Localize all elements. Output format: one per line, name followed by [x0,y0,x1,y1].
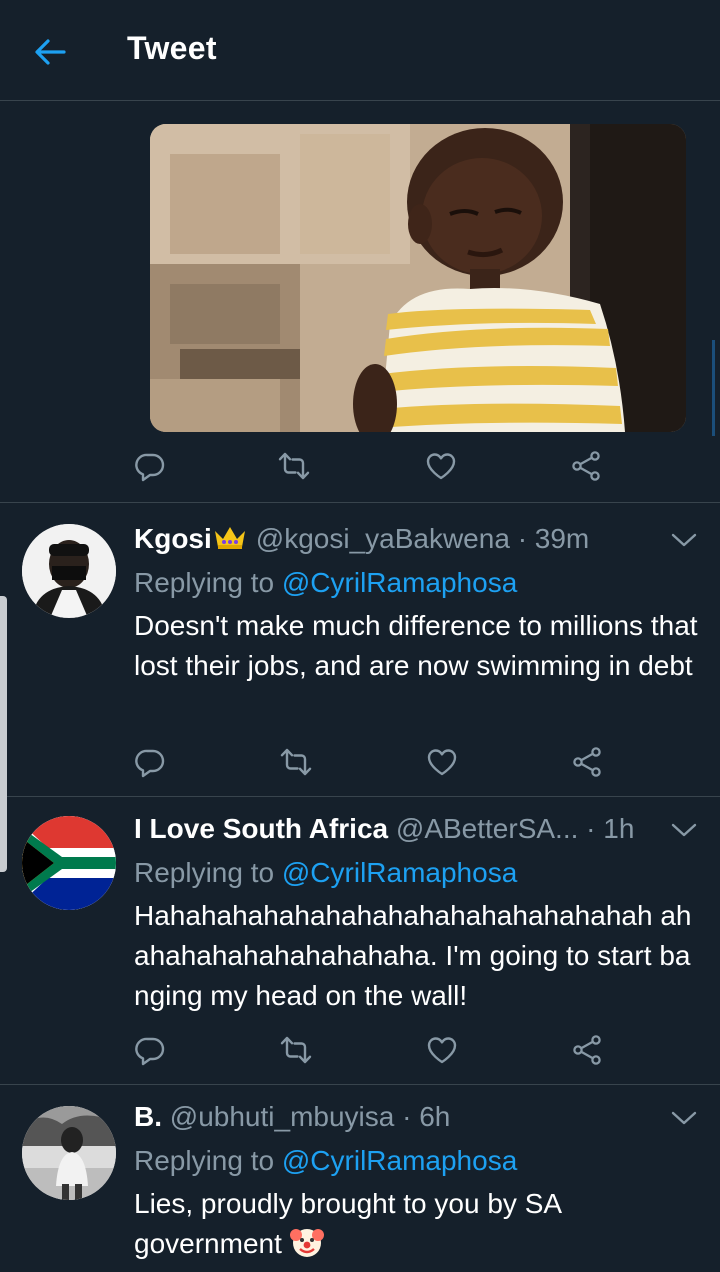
avatar-image [22,524,116,618]
photo-boy-in-striped-shirt [150,124,686,432]
comment-icon [134,1034,166,1066]
more-options-button[interactable] [668,526,700,554]
tweet-text: Doesn't make much difference to millions… [134,610,698,681]
tweet-actions [0,1030,720,1070]
mention-link[interactable]: @CyrilRamaphosa [282,1145,517,1176]
divider [0,1084,720,1085]
share-button[interactable] [566,446,606,486]
scroll-indicator [712,340,715,436]
reply-button[interactable] [130,742,170,782]
reply-button[interactable] [130,1030,170,1070]
divider [0,796,720,797]
avatar[interactable] [22,816,116,910]
share-icon [571,1034,603,1066]
handle[interactable]: @ABetterSA... [396,813,579,844]
replying-to-label: Replying to [134,857,275,888]
page-title: Tweet [127,30,217,66]
display-name[interactable]: I Love South Africa [134,813,388,844]
heart-icon [425,450,457,482]
retweet-icon [278,450,310,482]
back-button[interactable] [30,34,70,70]
like-button[interactable] [421,446,461,486]
replying-to-line: Replying to @CyrilRamaphosa [134,1144,517,1178]
share-icon [570,450,602,482]
timestamp: · 1h [586,813,635,844]
tweet-actions [0,742,720,782]
heart-icon [426,746,458,778]
reply-button[interactable] [130,446,170,486]
avatar[interactable] [22,1106,116,1200]
scrollbar-thumb[interactable] [0,596,7,872]
chevron-down-icon [668,816,700,844]
replying-to-label: Replying to [134,567,275,598]
replying-to-line: Replying to @CyrilRamaphosa [134,566,517,600]
like-button[interactable] [422,1030,462,1070]
tweet-media-image[interactable] [150,124,686,432]
handle[interactable]: @kgosi_yaBakwena [256,523,510,554]
divider [0,502,720,503]
display-name[interactable]: B. [134,1101,162,1132]
more-options-button[interactable] [668,1104,700,1132]
clown-face-icon [289,1225,324,1270]
comment-icon [134,450,166,482]
tweet-text: Hahahahahahahahahahahahahahahahah ahahah… [134,900,692,1011]
like-button[interactable] [422,742,462,782]
timestamp: · 6h [402,1101,451,1132]
chevron-down-icon [668,1104,700,1132]
tweet-text-wrapper: Lies, proudly brought to you by SA gover… [134,1184,706,1270]
tweet-text: Lies, proudly brought to you by SA gover… [134,1188,561,1259]
tweet-header: I Love South Africa @ABetterSA... · 1h [134,812,634,846]
crown-icon [212,523,248,559]
share-button[interactable] [567,1030,607,1070]
heart-icon [426,1034,458,1066]
more-options-button[interactable] [668,816,700,844]
replying-to-label: Replying to [134,1145,275,1176]
avatar[interactable] [22,524,116,618]
replying-to-line: Replying to @CyrilRamaphosa [134,856,517,890]
display-name[interactable]: Kgosi [134,523,212,554]
share-icon [571,746,603,778]
south-africa-flag-avatar [22,816,116,910]
tweet-actions [0,446,720,486]
arrow-left-icon [35,39,66,65]
retweet-icon [280,746,312,778]
tweet-header: Kgosi @kgosi_yaBakwena · 39m [134,522,589,559]
mention-link[interactable]: @CyrilRamaphosa [282,567,517,598]
top-app-bar: Tweet [0,0,720,101]
avatar-image [22,1106,116,1200]
retweet-button[interactable] [276,742,316,782]
handle[interactable]: @ubhuti_mbuyisa [170,1101,395,1132]
timestamp: · 39m [517,523,590,554]
retweet-button[interactable] [274,446,314,486]
comment-icon [134,746,166,778]
share-button[interactable] [567,742,607,782]
retweet-button[interactable] [276,1030,316,1070]
tweet-header: B. @ubhuti_mbuyisa · 6h [134,1100,450,1134]
mention-link[interactable]: @CyrilRamaphosa [282,857,517,888]
chevron-down-icon [668,526,700,554]
retweet-icon [280,1034,312,1066]
